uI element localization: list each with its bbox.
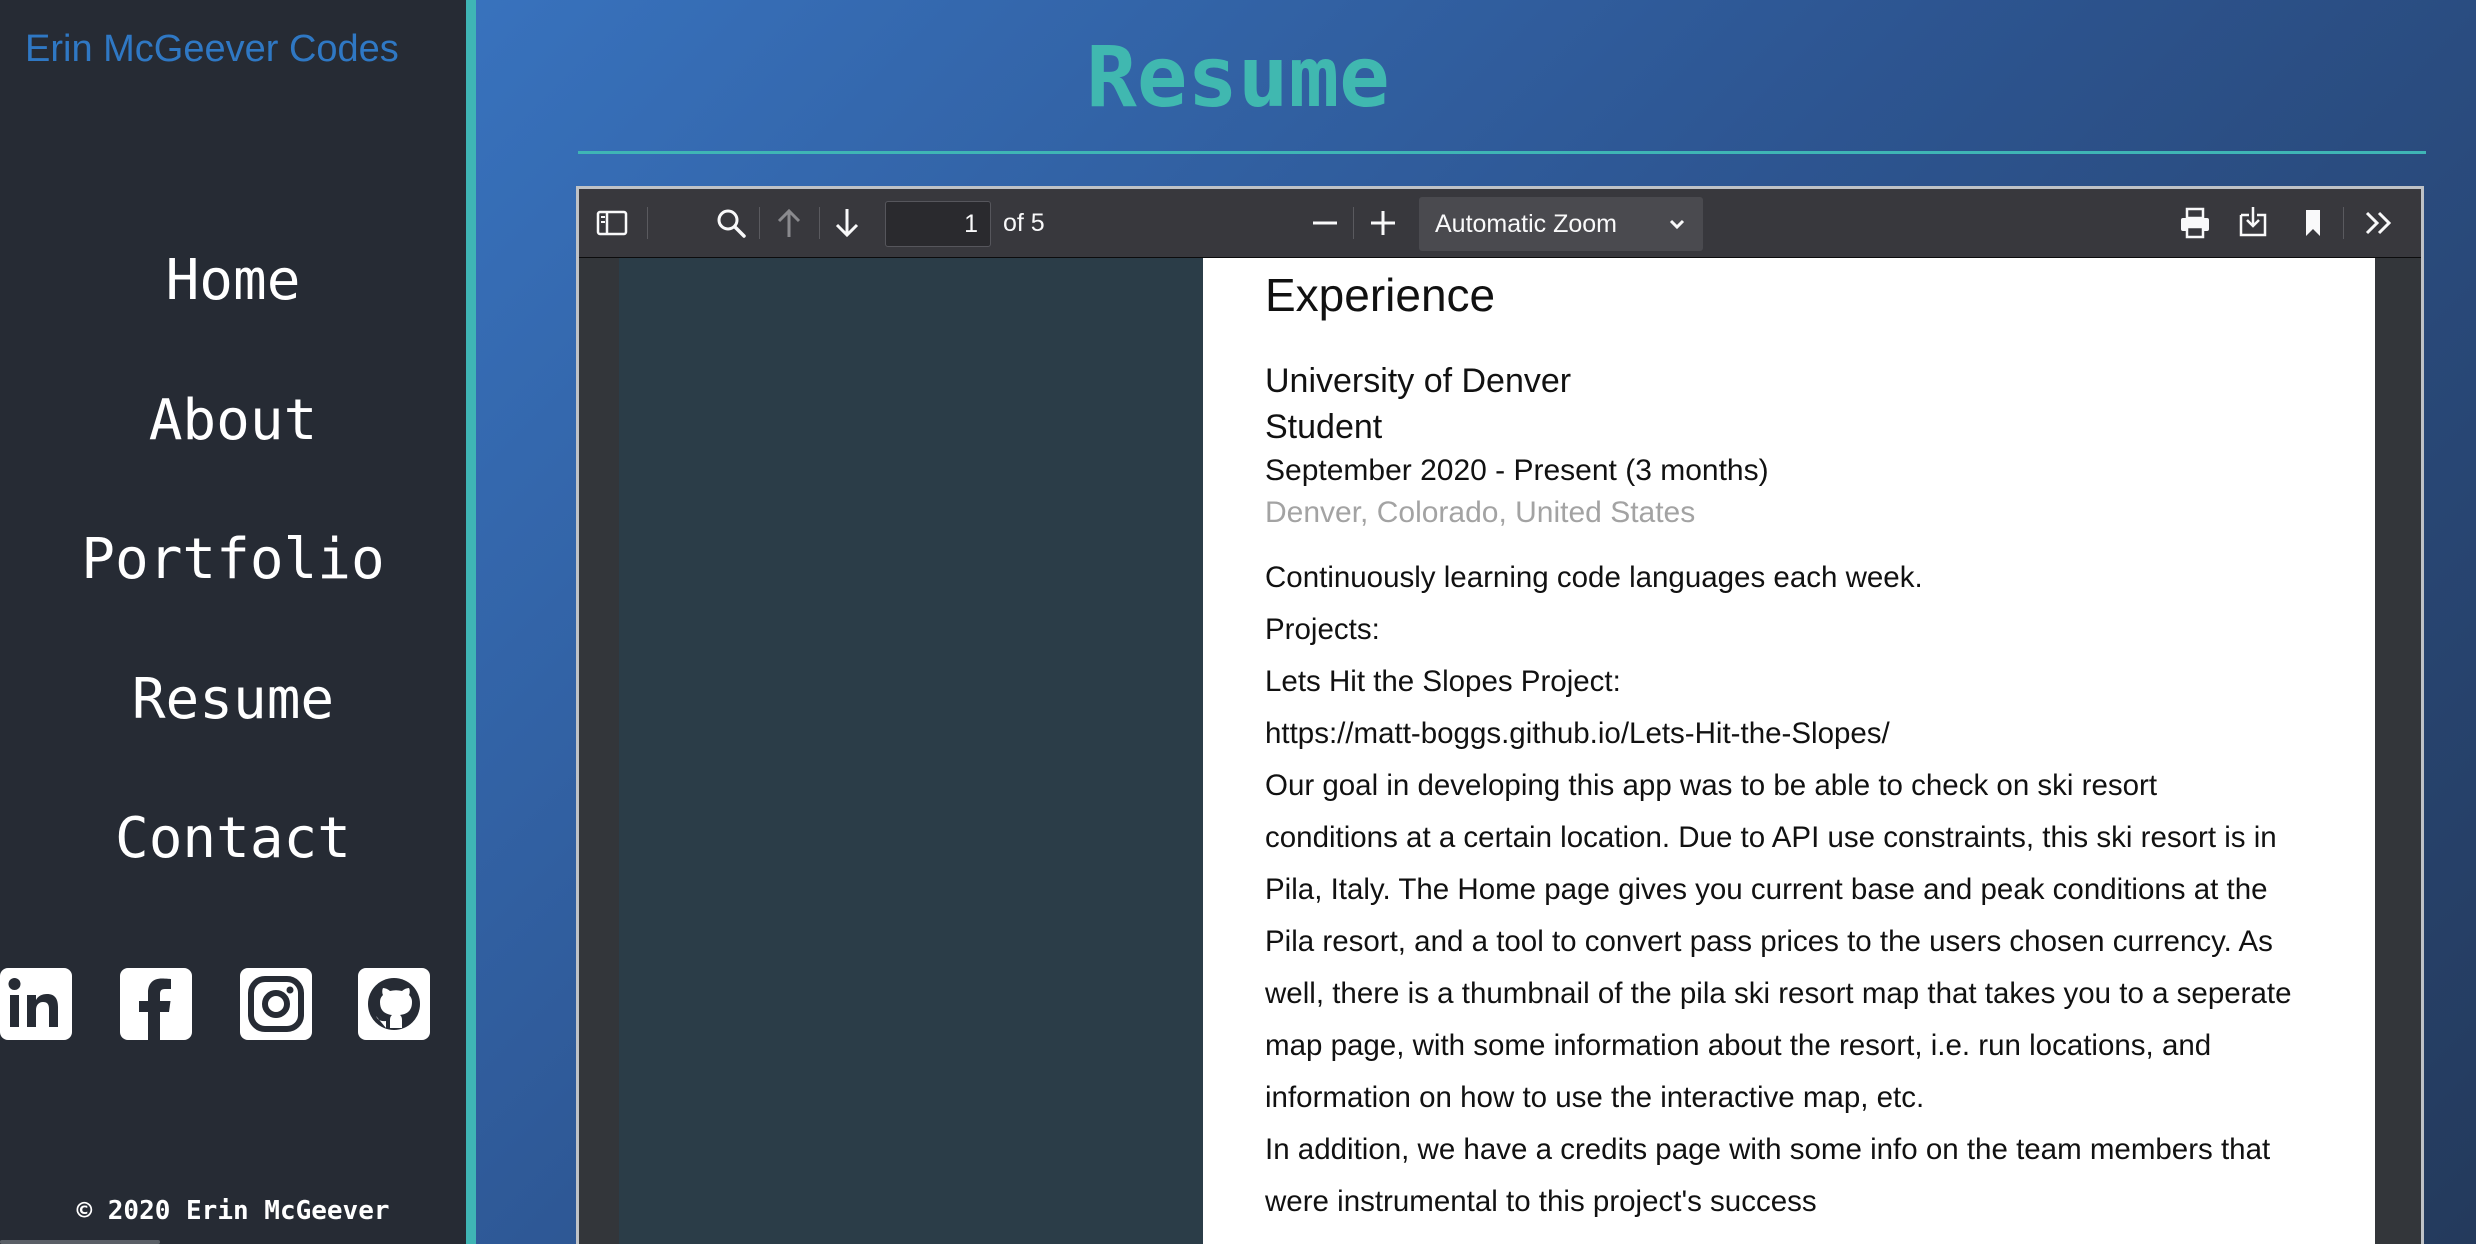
- description-line: Our goal in developing this app was to b…: [1265, 769, 2158, 802]
- document-area: Experience University of Denver Student …: [579, 258, 2421, 1244]
- description-line: conditions at a certain location. Due to…: [1265, 821, 2277, 854]
- sidebar-toggle-icon[interactable]: [591, 203, 631, 243]
- print-icon[interactable]: [2175, 203, 2215, 243]
- description-line: Lets Hit the Slopes Project:: [1265, 665, 1621, 698]
- description-line: Pila, Italy. The Home page gives you cur…: [1265, 873, 2268, 906]
- social-links: [0, 968, 466, 1042]
- page-title: Resume: [1086, 28, 1390, 126]
- toolbar-separator: [1353, 207, 1354, 239]
- page-content: Experience University of Denver Student …: [1265, 268, 2345, 1228]
- title-divider: [578, 151, 2426, 154]
- toolbar-separator: [759, 207, 760, 239]
- description-line: well, there is a thumbnail of the pila s…: [1265, 977, 2292, 1010]
- toolbar-separator: [647, 207, 648, 239]
- description-line: Continuously learning code languages eac…: [1265, 561, 1923, 594]
- description-line: were instrumental to this project's succ…: [1265, 1185, 1817, 1218]
- location: Denver, Colorado, United States: [1265, 496, 1696, 529]
- brand-link[interactable]: Erin McGeever Codes: [25, 28, 399, 71]
- description-line: information on how to use the interactiv…: [1265, 1081, 1925, 1114]
- zoom-select[interactable]: Automatic Zoom: [1419, 197, 1703, 251]
- left-gutter: [579, 258, 619, 1244]
- right-gutter: [2375, 258, 2421, 1244]
- page-side-panel: [619, 258, 1203, 1244]
- tools-chevron-icon[interactable]: [2359, 203, 2399, 243]
- description-line: Pila resort, and a tool to convert pass …: [1265, 925, 2273, 958]
- pdf-page: Experience University of Denver Student …: [1203, 258, 2375, 1244]
- pdf-toolbar: 1 of 5 Automatic Zoom: [579, 189, 2421, 258]
- next-page-icon[interactable]: [827, 203, 867, 243]
- page-number-input[interactable]: 1: [885, 201, 991, 247]
- nav-portfolio[interactable]: Portfolio: [0, 519, 466, 659]
- linkedin-icon[interactable]: [0, 968, 72, 1040]
- github-icon[interactable]: [358, 968, 430, 1040]
- facebook-icon[interactable]: [120, 968, 192, 1040]
- bookmark-icon[interactable]: [2293, 203, 2333, 243]
- previous-page-icon[interactable]: [769, 203, 809, 243]
- description-line: Projects:: [1265, 613, 1380, 646]
- section-heading: Experience: [1265, 269, 1496, 321]
- toolbar-separator: [819, 207, 820, 239]
- date-range: September 2020 - Present (3 months): [1265, 454, 1769, 487]
- zoom-in-icon[interactable]: [1363, 203, 1403, 243]
- description-line: map page, with some information about th…: [1265, 1029, 2212, 1062]
- nav-about[interactable]: About: [0, 380, 466, 520]
- main-nav: Home About Portfolio Resume Contact: [0, 240, 466, 938]
- zoom-out-icon[interactable]: [1305, 203, 1345, 243]
- role-title: Student: [1265, 408, 1383, 446]
- description-line: In addition, we have a credits page with…: [1265, 1133, 2271, 1166]
- nav-resume[interactable]: Resume: [0, 659, 466, 799]
- page-count: of 5: [1003, 209, 1045, 237]
- instagram-icon[interactable]: [240, 968, 312, 1040]
- pdf-viewer: 1 of 5 Automatic Zoom Experience Univers…: [576, 186, 2424, 1244]
- search-icon[interactable]: [711, 203, 751, 243]
- zoom-select-value: Automatic Zoom: [1435, 210, 1618, 238]
- project-link[interactable]: https://matt-boggs.github.io/Lets-Hit-th…: [1265, 708, 2345, 760]
- sidebar-divider: [466, 0, 476, 1244]
- nav-contact[interactable]: Contact: [0, 798, 466, 938]
- sidebar: Erin McGeever Codes Home About Portfolio…: [0, 0, 466, 1244]
- organization: University of Denver: [1265, 362, 1572, 400]
- copyright: © 2020 Erin McGeever: [76, 1196, 390, 1226]
- main-content: Resume 1 of 5 Automatic Zoom Experience …: [476, 0, 2476, 1244]
- toolbar-separator: [2343, 207, 2344, 239]
- scrollbar[interactable]: [0, 1240, 160, 1244]
- chevron-down-icon: [1669, 219, 1685, 230]
- nav-home[interactable]: Home: [0, 240, 466, 380]
- download-icon[interactable]: [2233, 203, 2273, 243]
